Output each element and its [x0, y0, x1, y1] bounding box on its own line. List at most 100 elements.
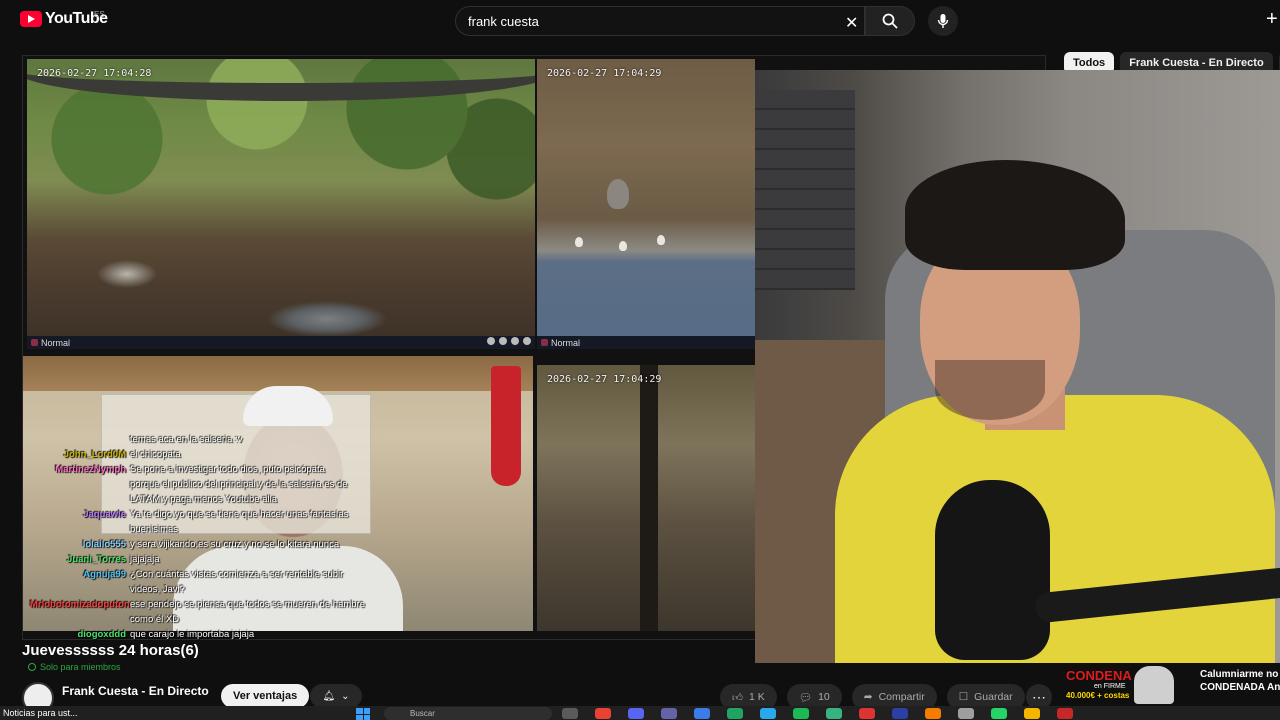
- chat-message: LATAM y paga menos Youtube alla: [30, 492, 380, 507]
- hair: [905, 160, 1125, 270]
- taskbar: Noticias para ust... Buscar: [0, 706, 1280, 720]
- promo-caption-line1: Calumniarme no: [1200, 669, 1279, 680]
- cam-indicator-icon: [541, 339, 548, 346]
- app-icon[interactable]: [826, 708, 842, 719]
- camera-feed-forest: 2026-02-27 17:04:28 Normal: [27, 59, 535, 349]
- more-icon: ⋯: [1032, 688, 1046, 705]
- task-view-icon[interactable]: [562, 708, 578, 719]
- red-bag: [491, 366, 521, 486]
- chat-username: [30, 477, 130, 492]
- promo-portrait: [1134, 666, 1174, 704]
- news-widget[interactable]: Noticias para ust...: [3, 708, 78, 718]
- cam-controls: [487, 337, 531, 345]
- edge-icon[interactable]: [727, 708, 743, 719]
- app-icon[interactable]: [793, 708, 809, 719]
- cam-timestamp: 2026-02-27 17:04:28: [37, 68, 152, 79]
- share-label: Compartir: [878, 691, 925, 703]
- members-label: Solo para miembros: [40, 662, 121, 672]
- camera-feed-waterhole: 2026-02-27 17:04:29 Normal: [537, 59, 755, 349]
- chat-username: Mrlobotomizadoputon: [30, 599, 130, 610]
- yellow-shirt: [835, 395, 1275, 663]
- chat-text: porque el publico del principal y de la …: [130, 479, 348, 490]
- search-icon: [882, 13, 898, 29]
- cam-status-bar: Normal: [27, 336, 535, 349]
- file-explorer-icon[interactable]: [1024, 708, 1040, 719]
- whatsapp-icon[interactable]: [991, 708, 1007, 719]
- channel-name[interactable]: Frank Cuesta - En Directo: [62, 684, 209, 698]
- chat-username: MartinezNymph: [55, 464, 126, 475]
- record-icon: [499, 337, 507, 345]
- promo-sub: en FIRME: [1094, 683, 1126, 690]
- egret-shape: [619, 241, 627, 251]
- screen: YouTube ES frank cuesta ✕ + Todos Frank …: [0, 0, 1280, 720]
- app-icon[interactable]: [694, 708, 710, 719]
- cam-status-bar: Normal: [537, 336, 755, 349]
- chat-message: porque el publico del principal y de la …: [30, 477, 380, 492]
- chat-username: [30, 492, 130, 507]
- discord-icon[interactable]: [628, 708, 644, 719]
- perks-button[interactable]: Ver ventajas: [221, 684, 310, 708]
- app-icon[interactable]: [859, 708, 875, 719]
- create-icon[interactable]: +: [1266, 8, 1278, 31]
- chat-text: como él XD: [130, 614, 180, 625]
- chat-username: Jaquawle: [83, 509, 126, 520]
- promo-banner: CONDENA en FIRME 40.000€ + costas Calumn…: [1060, 664, 1280, 704]
- settings-icon: [523, 337, 531, 345]
- telegram-icon[interactable]: [760, 708, 776, 719]
- chat-text: temas aca en la salseria :v: [130, 434, 243, 445]
- app-icon[interactable]: [892, 708, 908, 719]
- video-title: Juevessssss 24 horas(6): [22, 642, 199, 659]
- snapshot-icon: [511, 337, 519, 345]
- app-icon[interactable]: [1057, 708, 1073, 719]
- voice-search-button[interactable]: [928, 6, 958, 36]
- chat-message: Juani_Torres jajajaja: [30, 552, 380, 567]
- promo-amount: 40.000€ + costas: [1066, 691, 1130, 700]
- egret-shape: [575, 237, 583, 247]
- bell-icon: 🔔︎: [322, 690, 336, 702]
- chrome-icon[interactable]: [595, 708, 611, 719]
- windows-start-icon[interactable]: [356, 708, 370, 720]
- beard: [935, 360, 1045, 420]
- chat-username: Juani_Torres: [67, 554, 126, 565]
- cam-mode-label: Normal: [41, 337, 71, 348]
- share-icon: ➦: [863, 691, 873, 703]
- chat-text: el chicopata: [130, 449, 181, 460]
- taskbar-search[interactable]: Buscar: [384, 707, 552, 720]
- chat-message: lolailo555 y sera vijikando,es su cruz y …: [30, 537, 380, 552]
- chat-text: y sera vijikando,es su cruz y no se lo k…: [130, 539, 340, 550]
- tree-trunk: [640, 365, 658, 631]
- chat-text: LATAM y paga menos Youtube alla: [130, 494, 277, 505]
- chat-username: diogoxddd: [77, 629, 126, 640]
- cam-timestamp: 2026-02-27 17:04:29: [547, 374, 662, 385]
- search-button[interactable]: [865, 6, 915, 36]
- cam-mode-label: Normal: [551, 337, 581, 348]
- chat-text: que carajo le importaba jajaja: [130, 629, 255, 640]
- chat-message: diogoxddd que carajo le importaba jajaja: [30, 627, 380, 642]
- cam-timestamp: 2026-02-27 17:04:29: [547, 68, 662, 79]
- chat-username: Agnuja99: [83, 569, 126, 580]
- white-cap: [243, 386, 333, 426]
- like-count: 1 K: [748, 691, 765, 703]
- youtube-play-icon: [20, 11, 42, 27]
- chat-message: buenisimas: [30, 522, 380, 537]
- chat-text: ese pendejo se piensa que todos se muere…: [130, 599, 366, 610]
- chat-username: [30, 612, 130, 627]
- app-icon[interactable]: [925, 708, 941, 719]
- save-icon: ☐: [958, 691, 969, 703]
- streamer-facecam: [755, 70, 1280, 663]
- app-icon[interactable]: [958, 708, 974, 719]
- chat-message: videos, Javi?: [30, 582, 380, 597]
- chat-text: videos, Javi?: [130, 584, 185, 595]
- brick-wall: [755, 90, 855, 290]
- chat-text: Ya te digo yo que se tiene que hacer una…: [130, 509, 349, 520]
- search-input[interactable]: frank cuesta: [455, 6, 865, 36]
- members-only-badge: Solo para miembros: [28, 662, 121, 672]
- chat-username: lolailo555: [82, 539, 126, 550]
- country-code: ES: [94, 10, 105, 19]
- chat-message: temas aca en la salseria :v: [30, 432, 380, 447]
- chat-username: [30, 522, 130, 537]
- promo-caption-line2: CONDENADA An: [1200, 682, 1280, 693]
- teams-icon[interactable]: [661, 708, 677, 719]
- clear-search-icon[interactable]: ✕: [845, 13, 858, 33]
- notifications-button[interactable]: 🔔︎ ⌄: [310, 684, 362, 708]
